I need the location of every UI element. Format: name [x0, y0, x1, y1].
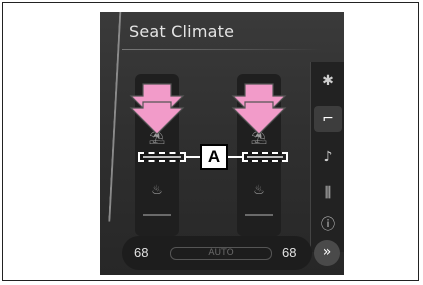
- callout-line-right: [228, 156, 242, 158]
- info-icon[interactable]: ⓘ: [314, 212, 342, 238]
- auto-button[interactable]: AUTO: [170, 247, 272, 260]
- right-temperature[interactable]: 68: [282, 245, 296, 260]
- callout-label-a: A: [200, 144, 228, 170]
- down-arrow-left-icon: [129, 83, 185, 135]
- down-arrow-right-icon: [231, 83, 287, 135]
- passenger-level-highlight: [242, 152, 288, 162]
- climate-screen: Seat Climate ♨ ⛱ ♨ ♨ ⛱ ♨ A ✱ ⌐ ♪ ⫼ ⓘ 68 …: [100, 12, 344, 275]
- seat-vent-bottom-icon[interactable]: ♨: [141, 178, 173, 204]
- temperature-bar: 68 AUTO 68: [122, 236, 312, 270]
- music-icon[interactable]: ♪: [314, 144, 342, 170]
- next-page-button[interactable]: »: [314, 240, 340, 266]
- driver-level-highlight: [138, 152, 186, 162]
- seat-vent-bottom-icon[interactable]: ♨: [243, 178, 275, 204]
- bezel-edge: [108, 12, 130, 223]
- callout-line-left: [186, 156, 200, 158]
- title-divider: [122, 49, 322, 50]
- fan-icon[interactable]: ✱: [314, 68, 342, 94]
- seat-icon[interactable]: ⌐: [314, 106, 342, 132]
- left-temperature[interactable]: 68: [134, 245, 148, 260]
- level-indicator: [245, 214, 273, 216]
- screen-title: Seat Climate: [129, 22, 235, 41]
- side-menu: ✱ ⌐ ♪ ⫼ ⓘ: [310, 62, 344, 252]
- equalizer-icon[interactable]: ⫼: [314, 180, 342, 206]
- level-indicator: [143, 214, 171, 216]
